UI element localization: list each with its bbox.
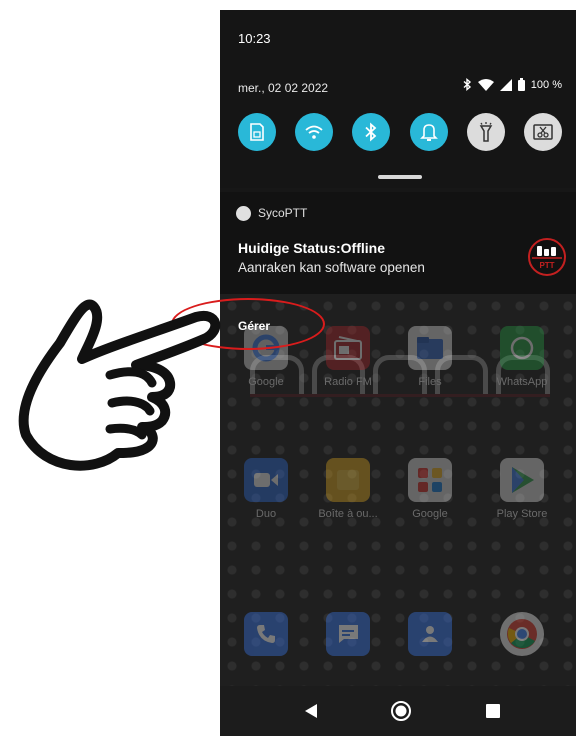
bluetooth-status-icon xyxy=(463,78,471,91)
app-google-folder[interactable]: Google xyxy=(390,458,470,520)
clock: 10:23 xyxy=(238,31,271,46)
navigation-bar xyxy=(220,686,576,736)
contacts-icon xyxy=(408,612,452,656)
app-files[interactable]: Files xyxy=(390,326,470,388)
qs-sim-card-toggle[interactable] xyxy=(238,113,276,151)
app-messages[interactable] xyxy=(308,612,388,656)
google-folder-icon xyxy=(408,458,452,502)
app-chrome[interactable] xyxy=(482,612,562,656)
battery-icon xyxy=(517,78,525,91)
back-icon xyxy=(305,704,317,718)
back-button[interactable] xyxy=(300,700,322,722)
sycoptt-logo-text: PTT xyxy=(539,261,554,270)
flashlight-icon xyxy=(479,122,493,142)
signal-status-icon xyxy=(499,78,512,91)
app-toolbox[interactable]: Boîte à ou... xyxy=(308,458,388,520)
radio-icon xyxy=(326,326,370,370)
app-play-store[interactable]: Play Store xyxy=(482,458,562,520)
chrome-icon xyxy=(500,612,544,656)
phone-icon xyxy=(244,612,288,656)
whatsapp-icon xyxy=(500,326,544,370)
play-store-icon xyxy=(500,458,544,502)
shade-drag-handle[interactable] xyxy=(378,175,422,179)
notification-body: Aanraken kan software openen xyxy=(238,260,425,275)
screenshot-icon xyxy=(533,124,553,140)
bluetooth-icon xyxy=(365,122,377,142)
recents-icon xyxy=(486,704,500,718)
sycoptt-logo: PTT xyxy=(528,238,566,276)
app-whatsapp[interactable]: WhatsApp xyxy=(482,326,562,388)
qs-screenshot-toggle[interactable] xyxy=(524,113,562,151)
pointing-hand-icon xyxy=(18,299,221,471)
notification-title: Huidige Status:Offline xyxy=(238,240,385,256)
app-icon xyxy=(236,206,251,221)
sycoptt-notification[interactable]: SycoPTT Huidige Status:Offline Aanraken … xyxy=(220,192,576,294)
notification-app-name: SycoPTT xyxy=(258,206,308,220)
recents-button[interactable] xyxy=(482,700,504,722)
quick-settings-row xyxy=(238,113,562,151)
toolbox-icon xyxy=(326,458,370,502)
status-icons: 100 % xyxy=(463,78,562,91)
files-icon xyxy=(408,326,452,370)
phone-screen: Google Radio FM Files WhatsApp Duo Boîte… xyxy=(220,10,576,736)
battery-percent: 100 % xyxy=(530,78,562,91)
messages-icon xyxy=(326,612,370,656)
notification-shade: 10:23 mer., 02 02 2022 100 % xyxy=(220,10,576,188)
app-contacts[interactable] xyxy=(390,612,470,656)
home-screen: Google Radio FM Files WhatsApp Duo Boîte… xyxy=(220,294,576,686)
app-duo[interactable]: Duo xyxy=(226,458,306,520)
qs-wifi-toggle[interactable] xyxy=(295,113,333,151)
home-button[interactable] xyxy=(390,700,412,722)
qs-bluetooth-toggle[interactable] xyxy=(352,113,390,151)
app-radio-fm[interactable]: Radio FM xyxy=(308,326,388,388)
sim-card-icon xyxy=(250,123,264,141)
qs-flashlight-toggle[interactable] xyxy=(467,113,505,151)
bell-icon xyxy=(420,124,438,141)
wifi-icon xyxy=(305,125,323,139)
video-camera-icon xyxy=(244,458,288,502)
app-phone[interactable] xyxy=(226,612,306,656)
date-label: mer., 02 02 2022 xyxy=(238,81,329,95)
home-icon xyxy=(391,701,411,721)
qs-sound-toggle[interactable] xyxy=(410,113,448,151)
wifi-status-icon xyxy=(477,78,494,91)
